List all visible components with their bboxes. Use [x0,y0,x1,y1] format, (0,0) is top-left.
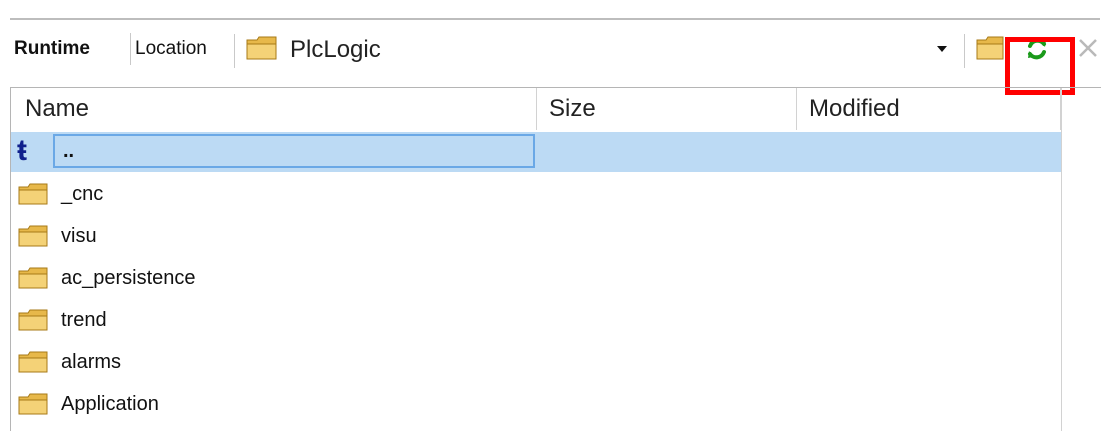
list-item[interactable]: alarms [11,342,1061,382]
folder-icon [18,183,48,211]
path-text: PlcLogic [290,36,381,63]
delete-button[interactable] [1076,34,1100,62]
list-item[interactable]: ac_persistence [11,258,1061,298]
up-arrow-icon: ŧ [17,134,27,167]
folder-icon [246,35,278,66]
toolbar: Runtime Location PlcLogic [10,26,1100,95]
list-item-label: trend [61,308,107,331]
path-field[interactable]: PlcLogic [246,32,381,68]
file-list: Name Size Modified ŧ .. _cnc visu ac_per… [10,87,1101,431]
name-edit-field[interactable]: .. [53,134,535,168]
path-dropdown-button[interactable] [932,37,952,61]
list-item[interactable]: visu [11,216,1061,256]
chevron-down-icon [936,40,948,58]
list-item-label: visu [61,224,97,247]
top-divider [10,18,1100,20]
toolbar-separator [234,34,235,68]
list-right-border [1061,88,1062,431]
folder-icon [18,225,48,253]
list-item[interactable]: _cnc [11,174,1061,214]
parent-directory-row[interactable]: ŧ .. [11,132,1061,172]
list-item[interactable]: Application [11,384,1061,424]
folder-icon [18,351,48,379]
column-header-size[interactable]: Size [537,88,797,130]
column-header-modified[interactable]: Modified [797,88,1061,130]
list-item[interactable]: trend [11,300,1061,340]
toolbar-separator [964,34,965,68]
list-item-label: _cnc [61,182,104,205]
folder-icon [18,393,48,421]
tab-location[interactable]: Location [130,33,207,65]
list-item-label: ac_persistence [61,266,196,289]
tab-runtime[interactable]: Runtime [14,33,90,65]
column-header-name[interactable]: Name [11,88,537,130]
folder-icon [18,309,48,337]
folder-icon [976,36,1004,65]
folder-icon [18,267,48,295]
list-item-label: Application [61,392,159,415]
list-item-label: alarms [61,350,122,373]
new-folder-button[interactable] [976,35,1004,66]
close-icon [1076,39,1100,66]
